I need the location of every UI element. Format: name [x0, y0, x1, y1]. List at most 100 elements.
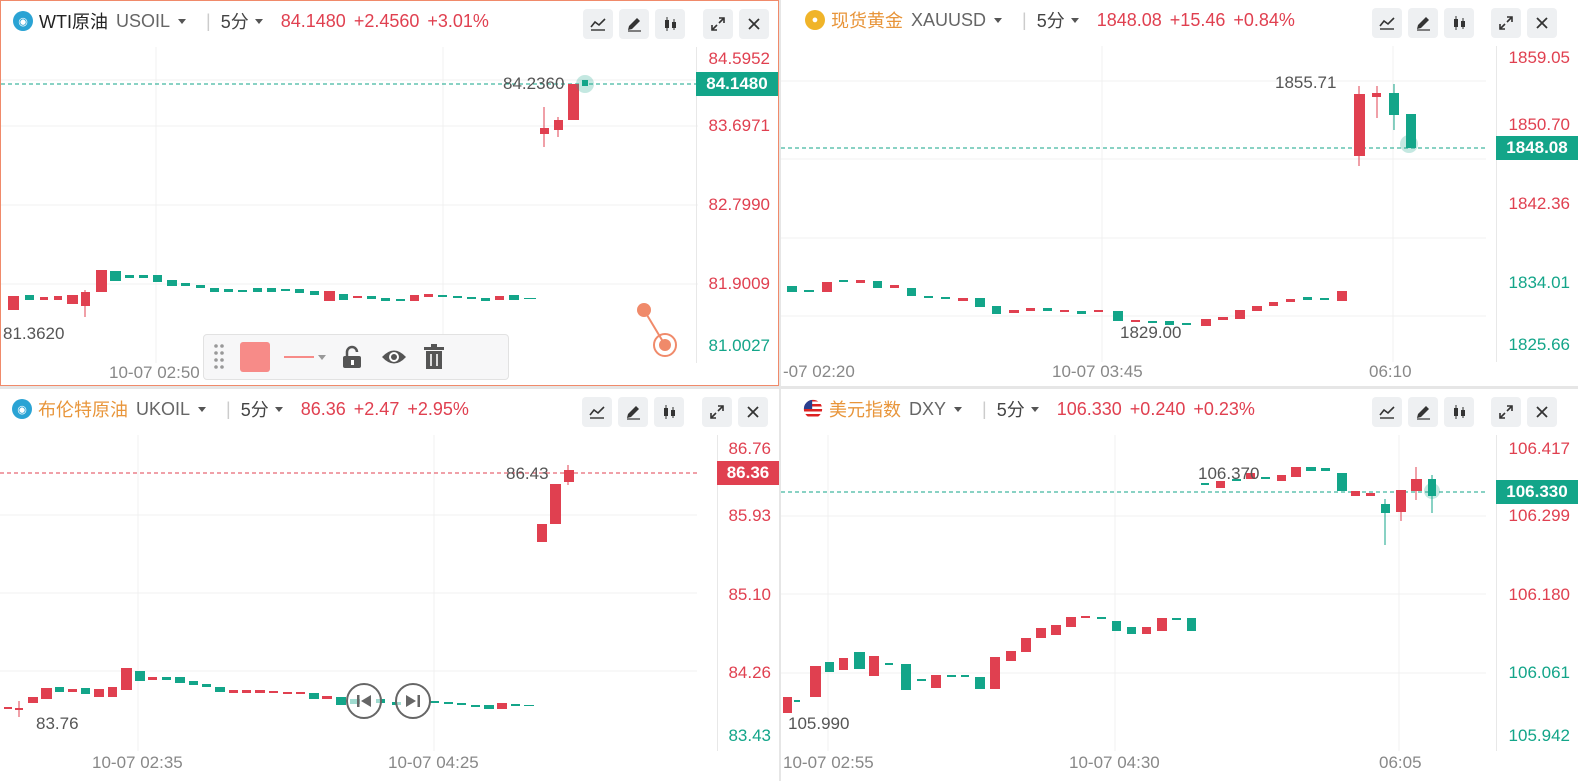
low-price-note: 83.76: [36, 714, 79, 733]
period-select[interactable]: 5分: [241, 396, 269, 422]
indicator-icon: [590, 18, 606, 31]
scroll-to-start-button[interactable]: [346, 683, 382, 719]
candles: [8, 75, 594, 317]
panel-divider-vertical[interactable]: [779, 0, 781, 781]
window-controls: [702, 397, 768, 427]
indicator-button[interactable]: [1372, 8, 1402, 38]
close-button[interactable]: [1527, 8, 1557, 38]
axis-label: 106.299: [1508, 506, 1570, 525]
high-price-note: 86.43: [506, 464, 549, 483]
close-icon: [1536, 17, 1548, 29]
change-value: +2.47: [353, 398, 400, 419]
indicator-icon: [589, 406, 605, 419]
close-button[interactable]: [738, 397, 768, 427]
chevron-down-icon[interactable]: [198, 406, 207, 412]
candlestick-chart[interactable]: 1855.71 1829.00: [781, 46, 1486, 362]
us-flag-icon: [803, 399, 823, 419]
visibility-eye-icon[interactable]: [380, 344, 408, 370]
current-price-tag: 86.36: [717, 461, 779, 485]
candlestick-chart[interactable]: 106.370 105.990: [781, 435, 1486, 751]
chevron-down-icon[interactable]: [1070, 17, 1079, 23]
drawing-toolbar: [203, 334, 509, 380]
oil-drop-icon: ◉: [12, 399, 32, 419]
chart-panel-gold[interactable]: ● 现货黄金 XAUUSD | 5分 1848.08 +15.46 +0.84%: [781, 0, 1578, 386]
close-button[interactable]: [1527, 397, 1557, 427]
candle-type-button[interactable]: [654, 397, 684, 427]
expand-button[interactable]: [703, 9, 733, 39]
axis-label: 106.180: [1508, 585, 1570, 604]
scroll-to-latest-button[interactable]: [395, 683, 431, 719]
symbol-name[interactable]: 美元指数: [829, 396, 901, 422]
chevron-down-icon[interactable]: [254, 18, 263, 24]
candlestick-chart[interactable]: 84.2360 81.3620: [1, 47, 698, 363]
expand-button[interactable]: [702, 397, 732, 427]
panel-divider-horizontal[interactable]: [0, 386, 1578, 389]
axis-label: 1859.05: [1508, 48, 1570, 67]
close-button[interactable]: [739, 9, 769, 39]
change-percent: +0.84%: [1233, 9, 1295, 30]
chevron-down-icon[interactable]: [1030, 406, 1039, 412]
chevron-down-icon[interactable]: [994, 17, 1003, 23]
chart-panel-dxy[interactable]: 美元指数 DXY | 5分 106.330 +0.240 +0.23% 106.…: [781, 389, 1578, 781]
candle-type-button[interactable]: [655, 9, 685, 39]
chevron-down-icon[interactable]: [954, 406, 963, 412]
draw-button[interactable]: [1408, 8, 1438, 38]
expand-button[interactable]: [1491, 8, 1521, 38]
candle-type-button[interactable]: [1444, 397, 1474, 427]
axis-label: 84.26: [728, 663, 771, 682]
indicator-button[interactable]: [583, 9, 613, 39]
current-price-tag: 106.330: [1496, 480, 1578, 504]
indicator-button[interactable]: [582, 397, 612, 427]
chevron-down-icon[interactable]: [178, 18, 187, 24]
draw-button[interactable]: [1408, 397, 1438, 427]
axis-label: 1834.01: [1508, 273, 1570, 292]
axis-label: 84.5952: [708, 49, 770, 68]
high-price-note: 106.370: [1198, 464, 1259, 483]
close-icon: [747, 406, 759, 418]
change-percent: +0.23%: [1193, 398, 1255, 419]
candlestick-icon: [1454, 405, 1465, 419]
draw-button[interactable]: [619, 9, 649, 39]
symbol-name[interactable]: 布伦特原油: [38, 396, 128, 422]
chart-panel-wti[interactable]: ◉ WTI原油 USOIL | 5分 84.1480 +2.4560 +3.01…: [0, 0, 779, 386]
price-axis: 1859.05 1850.70 1842.36 1834.01 1825.66: [1496, 46, 1578, 362]
line-style-select[interactable]: [284, 354, 326, 360]
period-select[interactable]: 5分: [997, 396, 1025, 422]
draw-button[interactable]: [618, 397, 648, 427]
symbol-code[interactable]: DXY: [909, 399, 946, 420]
chevron-down-icon: [318, 354, 326, 360]
expand-button[interactable]: [1491, 397, 1521, 427]
chart-panel-brent[interactable]: ◉ 布伦特原油 UKOIL | 5分 86.36 +2.47 +2.95% 86…: [0, 389, 779, 781]
window-controls: [1491, 397, 1557, 427]
axis-label: 85.93: [728, 506, 771, 525]
trash-icon[interactable]: [422, 344, 446, 370]
symbol-name[interactable]: WTI原油: [39, 8, 108, 34]
axis-label: 81.0027: [708, 336, 770, 355]
axis-label: 1825.66: [1508, 335, 1570, 354]
time-axis-label: 10-07 04:30: [1069, 753, 1160, 772]
indicator-button[interactable]: [1372, 397, 1402, 427]
symbol-code[interactable]: UKOIL: [136, 399, 190, 420]
axis-label: 105.942: [1508, 726, 1570, 745]
time-axis-label: -07 02:20: [783, 362, 855, 381]
pencil-icon: [627, 406, 640, 420]
divider: |: [206, 10, 211, 31]
pencil-icon: [628, 18, 641, 32]
period-select[interactable]: 5分: [1037, 7, 1065, 33]
last-price: 86.36: [300, 398, 346, 419]
close-icon: [1536, 406, 1548, 418]
change-value: +15.46: [1169, 9, 1226, 30]
symbol-code[interactable]: USOIL: [116, 11, 170, 32]
last-price: 106.330: [1056, 398, 1122, 419]
unlock-icon[interactable]: [340, 344, 366, 370]
low-price-note: 1829.00: [1120, 323, 1181, 342]
last-price: 84.1480: [280, 10, 346, 31]
color-picker-button[interactable]: [240, 342, 270, 372]
candle-type-button[interactable]: [1444, 8, 1474, 38]
time-axis-label: 06:10: [1369, 362, 1412, 381]
period-select[interactable]: 5分: [221, 8, 249, 34]
symbol-name[interactable]: 现货黄金: [831, 7, 903, 33]
chevron-down-icon[interactable]: [274, 406, 283, 412]
drag-handle-icon[interactable]: [212, 342, 226, 372]
symbol-code[interactable]: XAUUSD: [911, 10, 986, 31]
